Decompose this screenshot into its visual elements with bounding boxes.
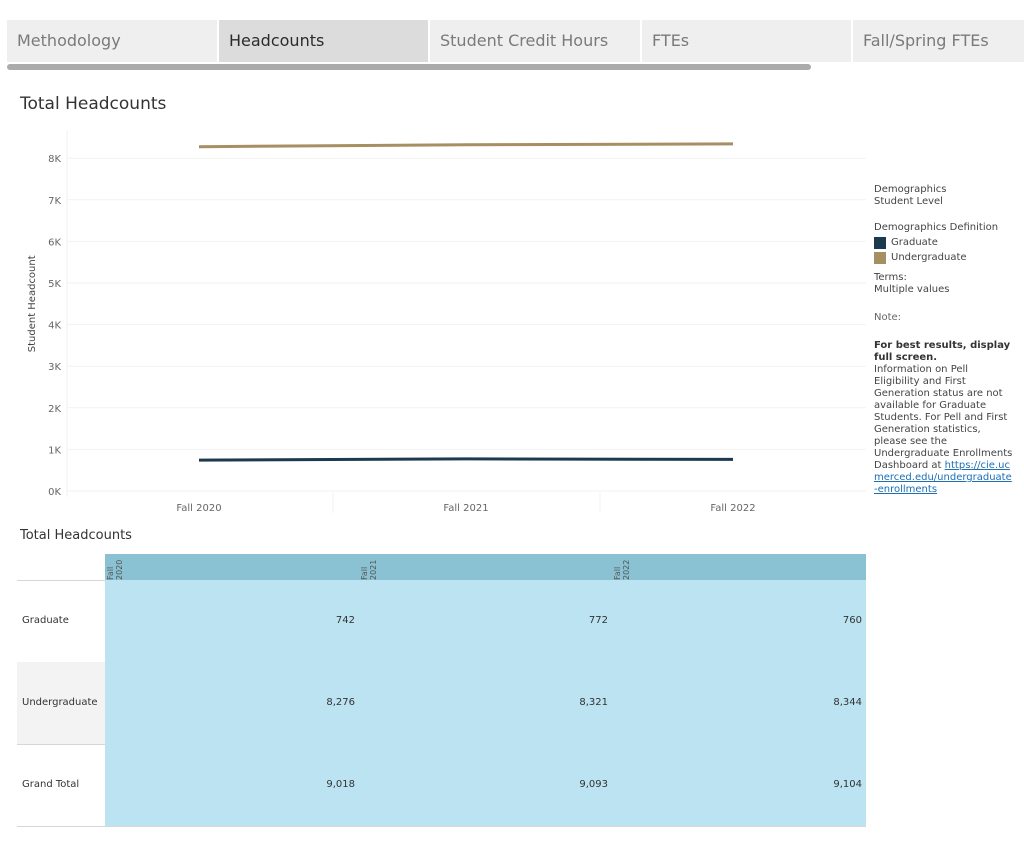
table-cell: 9,018 — [326, 779, 355, 790]
y-tick-label: 5K — [48, 279, 61, 290]
note-text: Information on Pell Eligibility and Firs… — [874, 364, 1013, 471]
table-title: Total Headcounts — [20, 528, 132, 543]
y-tick-label: 0K — [48, 487, 61, 498]
row-label: Undergraduate — [17, 662, 105, 744]
table-cell: 742 — [335, 615, 355, 626]
tab-scrollbar[interactable] — [7, 64, 811, 70]
legend-label-graduate: Graduate — [891, 237, 938, 248]
row-divider — [17, 826, 866, 827]
y-tick-label: 7K — [48, 196, 61, 207]
series-line-undergraduate — [198, 142, 734, 149]
legend-swatch-undergraduate — [874, 252, 886, 264]
tab-fall-spring-ftes[interactable]: Fall/Spring FTEs — [853, 20, 1024, 62]
legend-swatch-graduate — [874, 237, 886, 249]
tab-student-credit-hours[interactable]: Student Credit Hours — [430, 20, 640, 62]
column-header: Fall 2021 — [360, 559, 378, 580]
y-tick-label: 2K — [48, 404, 61, 415]
table-row: Undergraduate 8,276 8,321 8,344 — [17, 662, 866, 744]
legend-item-graduate[interactable]: Graduate — [874, 237, 1014, 249]
line-chart: 0K 1K 2K 3K 4K 5K 6K 7K 8K Fall 2020 Fall 2021 Fall… — [27, 130, 866, 514]
chart-title: Total Headcounts — [20, 94, 167, 114]
row-cells: 9,018 9,093 9,104 — [105, 744, 866, 826]
tab-ftes[interactable]: FTEs — [642, 20, 851, 62]
legend-item-undergraduate[interactable]: Undergraduate — [874, 252, 1014, 264]
table-cell: 9,104 — [833, 779, 862, 790]
y-tick-label: 6K — [48, 237, 61, 248]
y-tick-label: 1K — [48, 445, 61, 456]
x-tick-label: Fall 2020 — [176, 503, 221, 514]
legend-demographics-value: Student Level — [874, 196, 943, 207]
table-cell: 8,344 — [833, 697, 862, 708]
column-header: Fall 2020 — [106, 559, 124, 580]
table-cell: 8,321 — [579, 697, 608, 708]
row-label: Grand Total — [22, 779, 80, 790]
legend-terms-title: Terms: — [874, 272, 907, 283]
legend-definition-title: Demographics Definition — [874, 222, 999, 233]
legend-panel: Demographics Student Level Demographics … — [874, 184, 1014, 496]
y-tick-label: 8K — [48, 154, 61, 165]
table-cell: 760 — [842, 615, 862, 626]
table-row: Grand Total 9,018 9,093 9,104 — [17, 744, 866, 826]
table-cell: 772 — [588, 615, 608, 626]
note-label: Note: — [874, 312, 902, 323]
tab-headcounts[interactable]: Headcounts — [219, 20, 428, 62]
note-bold-text: For best results, display full screen. — [874, 340, 1011, 363]
y-tick-label: 4K — [48, 321, 61, 332]
row-cells: 742 772 760 — [105, 580, 866, 662]
row-label: Graduate — [22, 615, 69, 626]
table-row: Graduate 742 772 760 — [17, 580, 866, 662]
tab-methodology[interactable]: Methodology — [7, 20, 217, 62]
y-axis-title: Student Headcount — [27, 255, 38, 352]
legend-demographics-title: Demographics — [874, 184, 947, 195]
series-line-graduate — [198, 457, 734, 462]
table-cell: 8,276 — [326, 697, 355, 708]
y-tick-label: 3K — [48, 362, 61, 373]
table-header-row: Fall 2020 Fall 2021 Fall 2022 — [105, 554, 866, 580]
column-header: Fall 2022 — [613, 559, 631, 580]
table-cell: 9,093 — [579, 779, 608, 790]
row-cells: 8,276 8,321 8,344 — [105, 662, 866, 744]
x-tick-label: Fall 2021 — [443, 503, 488, 514]
tab-bar: Methodology Headcounts Student Credit Ho… — [7, 20, 1024, 62]
legend-label-undergraduate: Undergraduate — [891, 252, 967, 263]
x-tick-label: Fall 2022 — [710, 503, 755, 514]
legend-terms-value: Multiple values — [874, 284, 950, 295]
